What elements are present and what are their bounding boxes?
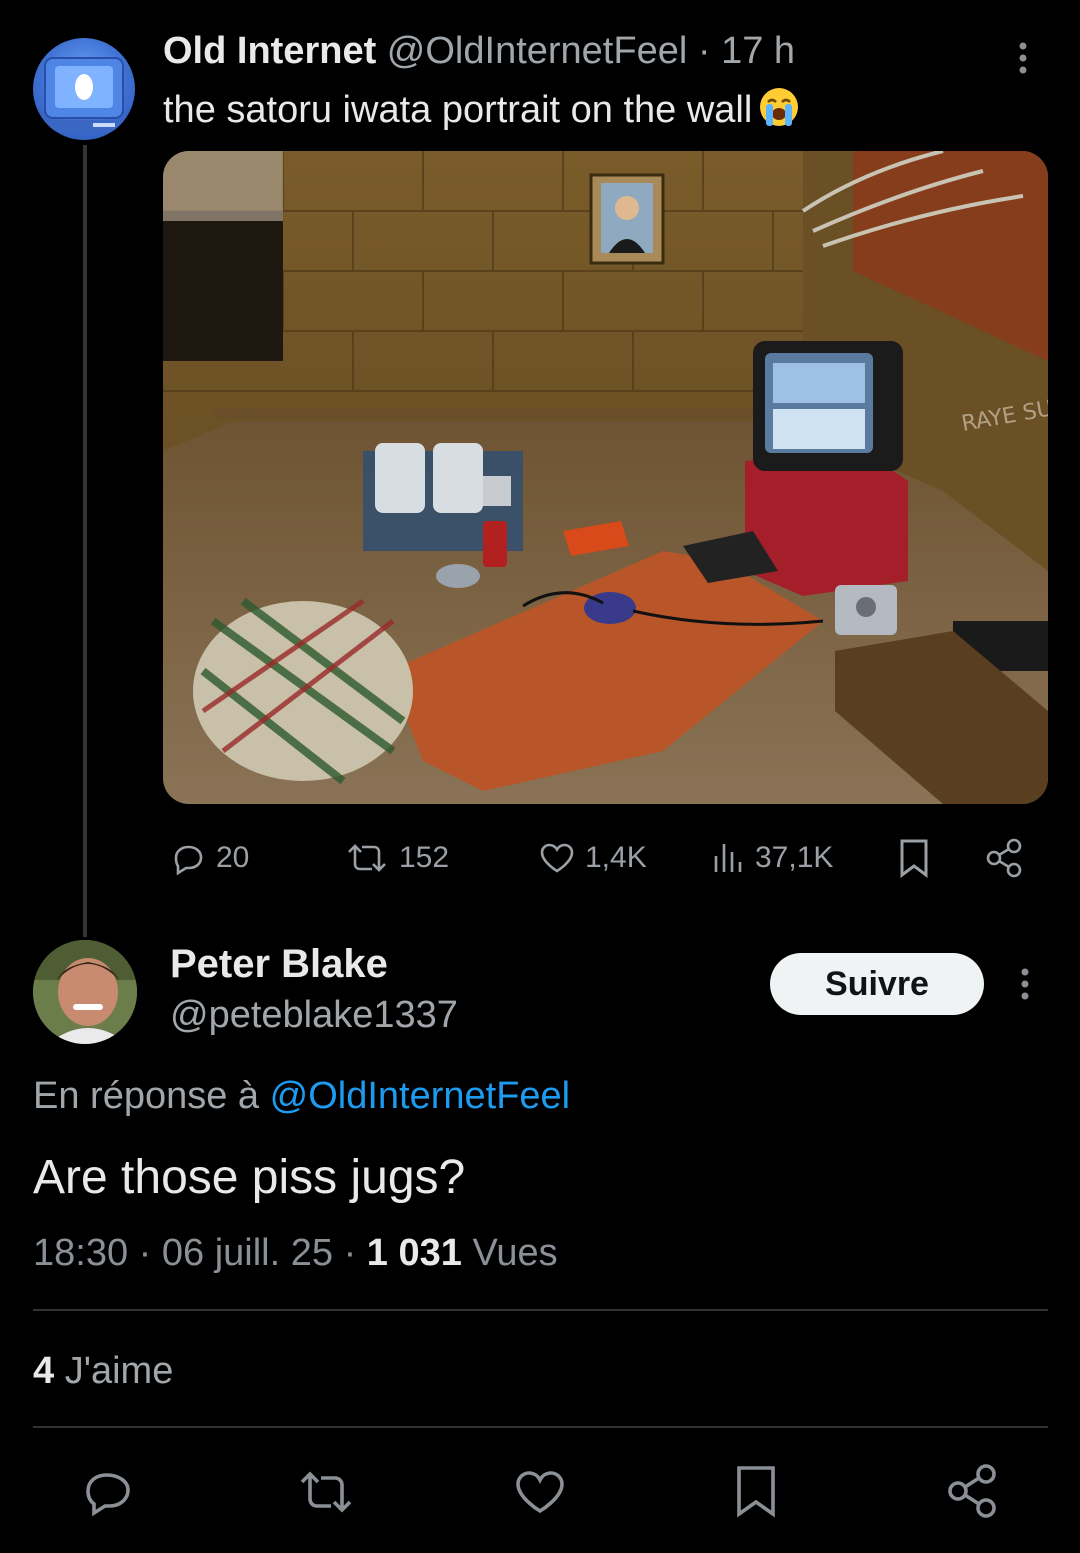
- share-button[interactable]: [982, 836, 1026, 880]
- separator-dot: ·: [697, 30, 711, 72]
- views-button[interactable]: 37,1K: [711, 836, 833, 880]
- like-button[interactable]: [512, 1464, 568, 1525]
- retro-computer-avatar-icon: [43, 57, 125, 132]
- avatar[interactable]: [33, 38, 135, 140]
- more-vertical-icon: [1019, 42, 1027, 74]
- likes-count: 4: [33, 1350, 55, 1392]
- like-count: 1,4K: [585, 841, 647, 874]
- loudly-crying-face-icon: [760, 88, 799, 126]
- retweet-button[interactable]: 152: [343, 836, 449, 880]
- profile-photo: [33, 940, 137, 1044]
- heart-icon: [516, 1471, 564, 1514]
- like-button[interactable]: 1,4K: [537, 836, 647, 880]
- author-handle[interactable]: @peteblake1337: [170, 994, 458, 1037]
- bookmark-button[interactable]: [896, 836, 932, 880]
- author-handle[interactable]: @OldInternetFeel: [387, 30, 688, 72]
- reply-icon: [86, 1473, 130, 1517]
- author-name[interactable]: Old Internet: [163, 30, 376, 72]
- basement-gaming-photo: RAYE SUX!: [163, 151, 1048, 804]
- more-vertical-icon: [1021, 968, 1029, 1000]
- share-button[interactable]: [944, 1462, 1000, 1525]
- views-label: Vues: [472, 1232, 558, 1274]
- thread-line: [83, 145, 87, 937]
- reply-time[interactable]: 18:30: [33, 1232, 128, 1274]
- reply-button[interactable]: 20: [168, 836, 249, 880]
- heart-icon: [540, 843, 574, 873]
- reply-text: Are those piss jugs?: [33, 1151, 466, 1204]
- tweet-text: the satoru iwata portrait on the wall: [163, 86, 800, 132]
- share-icon: [986, 838, 1022, 878]
- separator-dot: ·: [343, 1232, 357, 1274]
- divider: [33, 1309, 1048, 1311]
- tweet-image[interactable]: RAYE SUX!: [163, 151, 1048, 804]
- in-reply-to: En réponse à @OldInternetFeel: [33, 1075, 570, 1118]
- bookmark-icon: [900, 839, 928, 878]
- views-chart-icon: [714, 844, 742, 872]
- divider: [33, 1426, 1048, 1428]
- views-count: 1 031: [366, 1232, 462, 1274]
- tweet-meta: 18:30 · 06 juill. 25 · 1 031 Vues: [33, 1232, 558, 1275]
- retweet-icon: [300, 1471, 352, 1513]
- reply-button[interactable]: [80, 1464, 136, 1525]
- retweet-button[interactable]: [296, 1464, 356, 1525]
- retweet-count: 152: [399, 841, 450, 874]
- tweet-time[interactable]: 17 h: [721, 30, 795, 72]
- tweet-text-content: the satoru iwata portrait on the wall: [163, 89, 753, 131]
- tweet-header: Old Internet @OldInternetFeel · 17 h: [163, 30, 795, 73]
- likes-label: J'aime: [64, 1350, 174, 1392]
- reply-count: 20: [216, 841, 250, 874]
- retweet-icon: [348, 844, 386, 872]
- mention-link[interactable]: @OldInternetFeel: [270, 1075, 571, 1117]
- avatar[interactable]: [33, 940, 137, 1044]
- view-count: 37,1K: [755, 841, 834, 874]
- reply-date[interactable]: 06 juill. 25: [162, 1232, 333, 1274]
- reply-icon: [174, 845, 203, 876]
- in-reply-prefix: En réponse à: [33, 1075, 260, 1117]
- bookmark-button[interactable]: [733, 1462, 779, 1525]
- bookmark-icon: [737, 1466, 775, 1518]
- separator-dot: ·: [138, 1232, 152, 1274]
- follow-button[interactable]: Suivre: [770, 953, 984, 1015]
- more-options-button[interactable]: [1010, 964, 1040, 1004]
- likes-summary[interactable]: 4 J'aime: [33, 1350, 173, 1393]
- share-icon: [948, 1464, 996, 1518]
- more-options-button[interactable]: [1008, 38, 1038, 78]
- author-name[interactable]: Peter Blake: [170, 942, 388, 987]
